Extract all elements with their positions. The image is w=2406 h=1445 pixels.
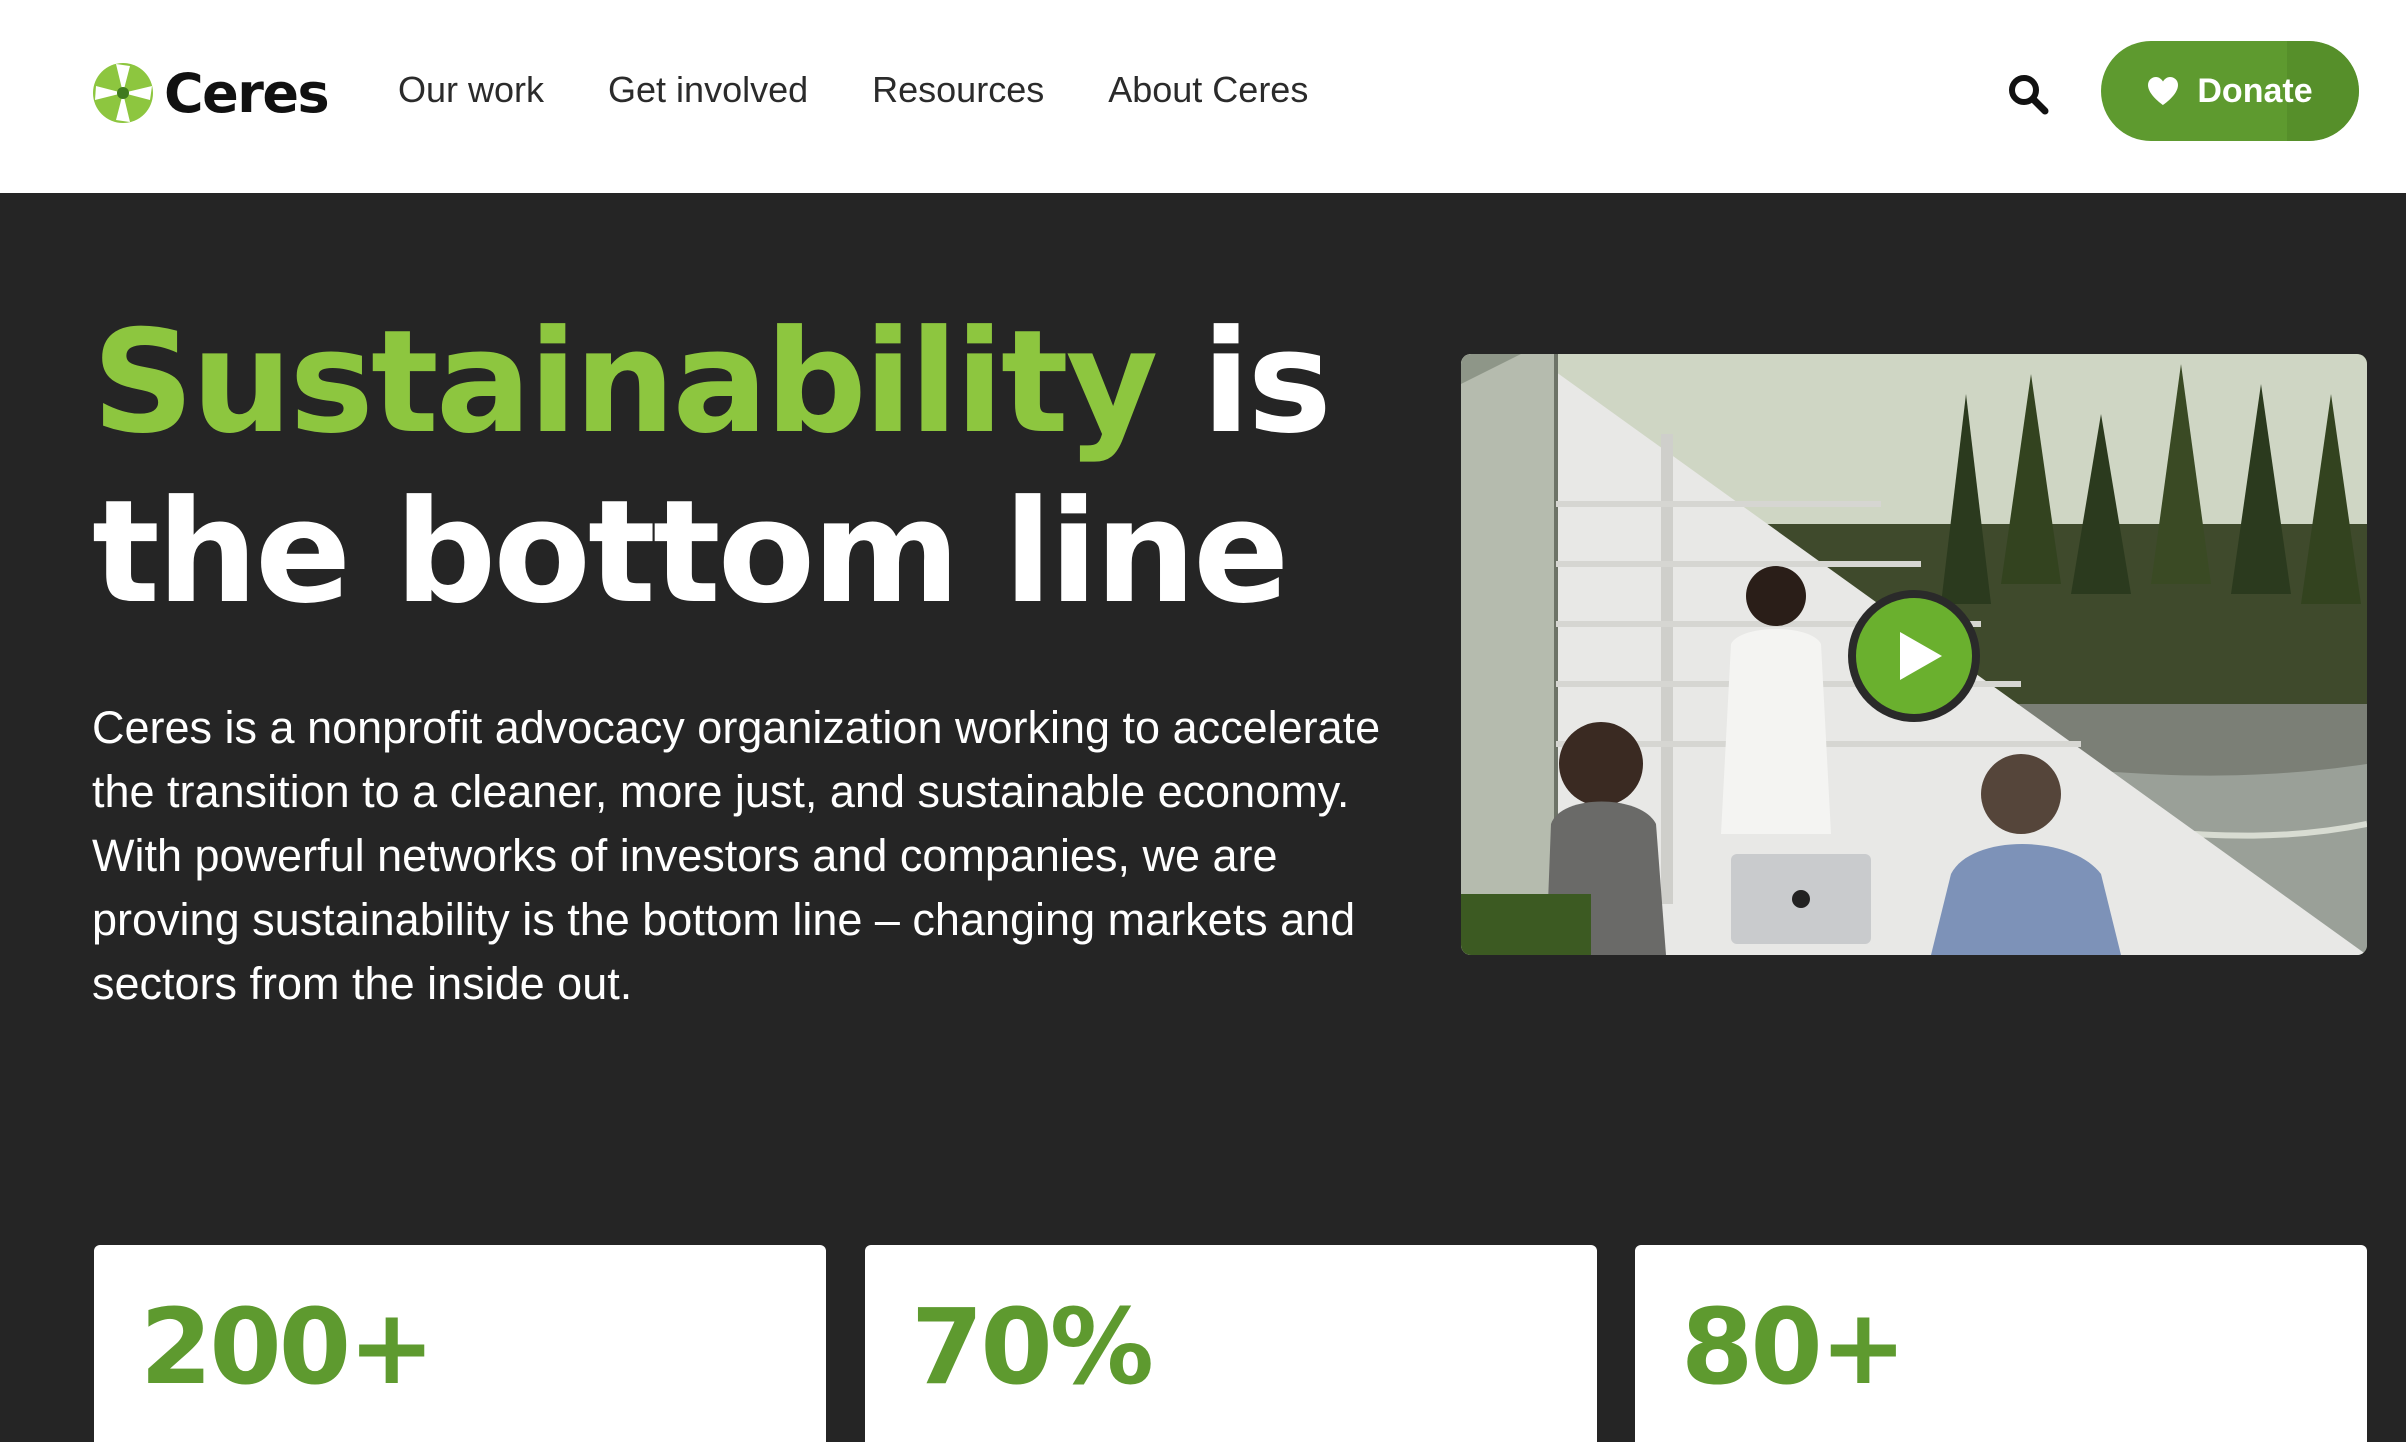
logo-wordmark: Ceres bbox=[164, 61, 330, 125]
headline-part-2: the bottom line bbox=[92, 470, 1289, 635]
site-header: Ceres Our work Get involved Resources Ab… bbox=[0, 0, 2406, 193]
stat-value: 70% bbox=[911, 1286, 1154, 1408]
nav-item-our-work[interactable]: Our work bbox=[398, 69, 544, 111]
stat-value: 80+ bbox=[1681, 1286, 1907, 1408]
stat-value: 200+ bbox=[140, 1286, 435, 1408]
stat-card: 200+ bbox=[94, 1245, 826, 1445]
main-nav: Our work Get involved Resources About Ce… bbox=[398, 62, 1308, 118]
headline-part-1: is bbox=[1155, 300, 1332, 465]
ceres-logo[interactable]: Ceres bbox=[92, 60, 330, 126]
nav-item-get-involved[interactable]: Get involved bbox=[608, 69, 808, 111]
stat-card: 80+ bbox=[1635, 1245, 2367, 1445]
nav-item-resources[interactable]: Resources bbox=[872, 69, 1044, 111]
donate-label: Donate bbox=[2197, 71, 2313, 110]
play-icon[interactable] bbox=[1844, 586, 1984, 726]
search-icon[interactable] bbox=[2006, 72, 2050, 116]
donate-button[interactable]: Donate bbox=[2101, 41, 2359, 141]
hero-video[interactable] bbox=[1461, 354, 2367, 955]
hero-intro: Ceres is a nonprofit advocacy organizati… bbox=[92, 702, 1381, 1009]
nav-item-about-ceres[interactable]: About Ceres bbox=[1108, 69, 1308, 111]
ceres-logo-icon bbox=[93, 63, 153, 123]
headline-accent: Sustainability bbox=[92, 300, 1158, 465]
hero-headline: Sustainability is the bottom line bbox=[92, 298, 1422, 638]
stat-card: 70% bbox=[865, 1245, 1597, 1445]
heart-icon bbox=[2148, 77, 2179, 105]
